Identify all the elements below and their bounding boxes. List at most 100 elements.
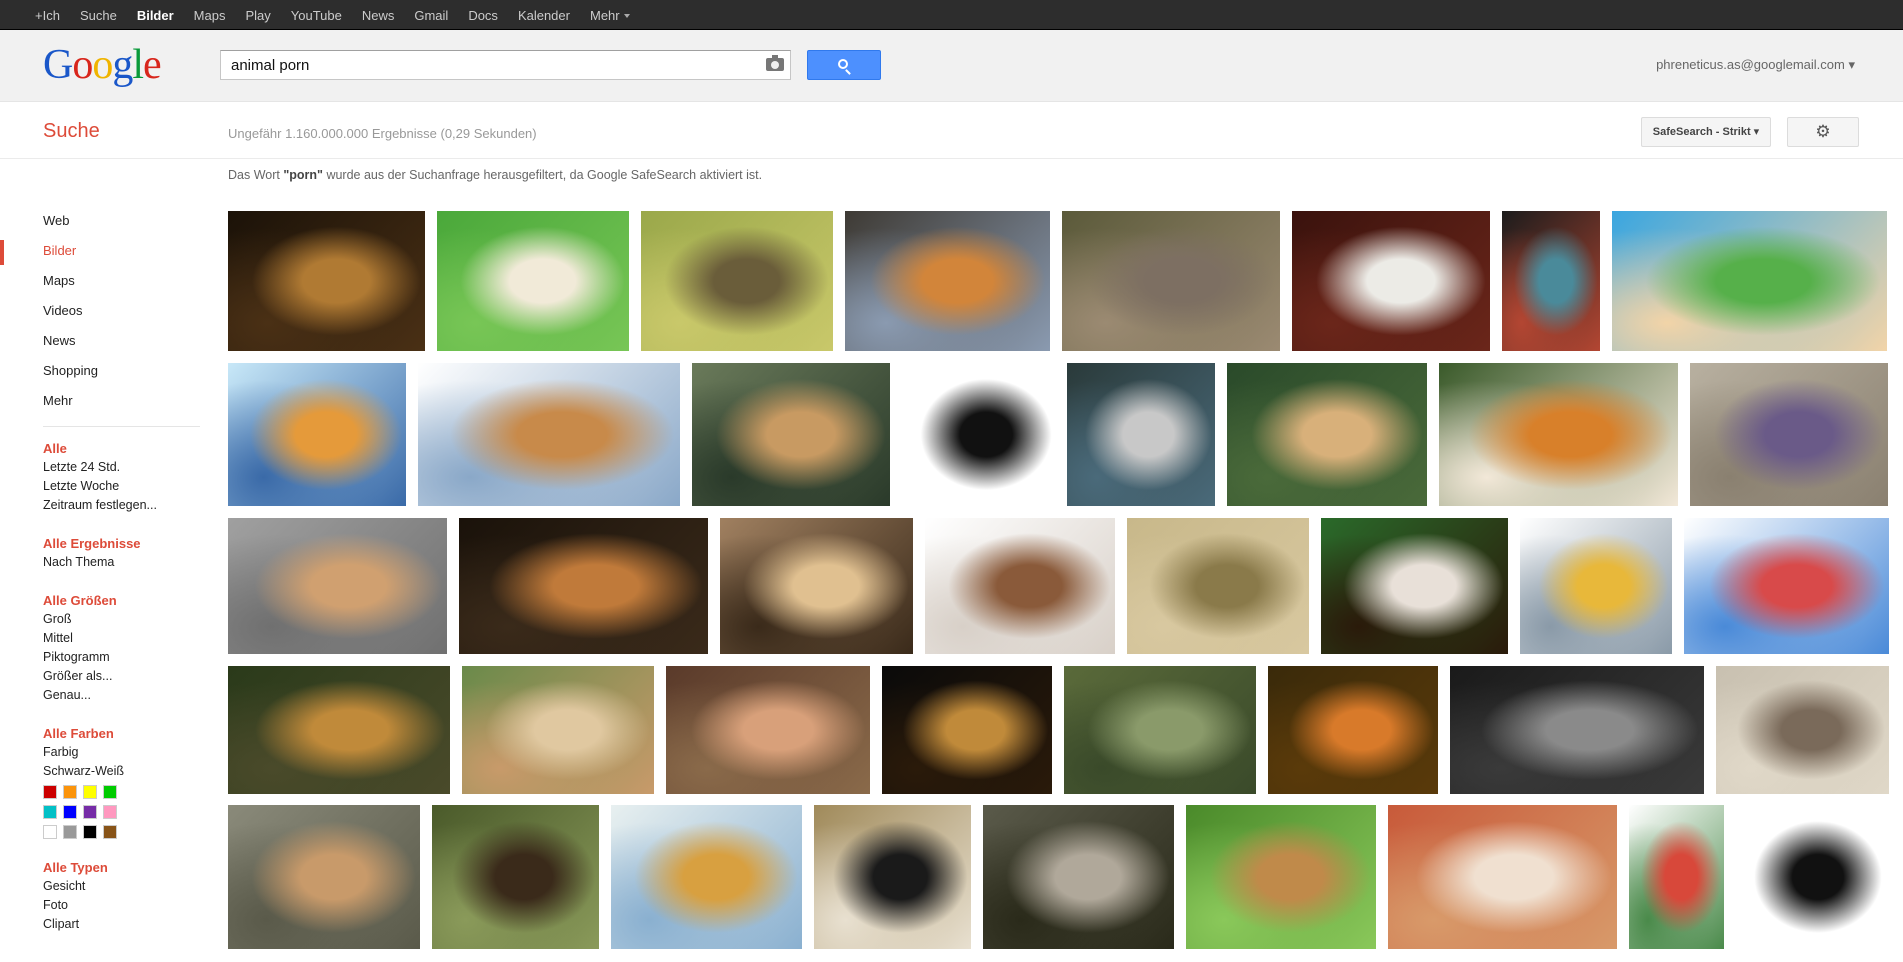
color-swatch[interactable] <box>43 825 57 839</box>
topnav-youtube[interactable]: YouTube <box>291 8 342 23</box>
image-result-animal-crossing-chars[interactable] <box>1684 518 1889 654</box>
image-result-kittens-grass[interactable] <box>641 211 833 351</box>
image-result-lion[interactable] <box>228 666 450 794</box>
image-result-animal-drawings[interactable] <box>418 363 680 506</box>
camera-icon[interactable] <box>766 55 784 71</box>
image-result-cartoon-animals[interactable] <box>1520 518 1672 654</box>
topnav-bilder[interactable]: Bilder <box>137 8 174 23</box>
sidebar-item-videos[interactable]: Videos <box>0 300 200 330</box>
image-result-tiger-eagle[interactable] <box>1439 363 1678 506</box>
filter-option[interactable]: Genau... <box>43 686 200 705</box>
image-result-cheetah[interactable] <box>720 518 913 654</box>
image-result-sleeping-kitten[interactable] <box>1388 805 1617 949</box>
google-logo[interactable]: Google <box>43 44 162 86</box>
filter-option[interactable]: Groß <box>43 610 200 629</box>
filter-option[interactable]: Piktogramm <box>43 648 200 667</box>
image-result-animal-pak[interactable] <box>1450 666 1704 794</box>
sidebar-item-web[interactable]: Web <box>0 210 200 240</box>
color-swatch[interactable] <box>63 805 77 819</box>
image-result-puppy[interactable] <box>437 211 629 351</box>
image-result-two-puppies[interactable] <box>1227 363 1427 506</box>
topnav-suche[interactable]: Suche <box>80 8 117 23</box>
filter-time-all[interactable]: Alle <box>43 439 200 458</box>
image-result-elephant[interactable] <box>1062 211 1280 351</box>
filter-color-all[interactable]: Alle Farben <box>43 724 200 743</box>
image-result-dogs-group[interactable] <box>925 518 1115 654</box>
image-result-animal-talk-book[interactable] <box>228 363 406 506</box>
image-row <box>228 518 1889 654</box>
sidebar-divider <box>43 426 200 427</box>
filter-option[interactable]: Zeitraum festlegen... <box>43 496 200 515</box>
image-result-caracal[interactable] <box>692 363 890 506</box>
filter-type-all[interactable]: Alle Typen <box>43 858 200 877</box>
filter-option[interactable]: Mittel <box>43 629 200 648</box>
image-result-cheetahs[interactable] <box>1127 518 1309 654</box>
color-swatch[interactable] <box>103 805 117 819</box>
color-swatch[interactable] <box>43 785 57 799</box>
color-swatch[interactable] <box>63 785 77 799</box>
color-swatch[interactable] <box>83 805 97 819</box>
image-result-kittens-stump[interactable] <box>1186 805 1376 949</box>
topnav-maps[interactable]: Maps <box>194 8 226 23</box>
sidebar-item-bilder[interactable]: Bilder <box>0 240 200 270</box>
image-result-kesha[interactable] <box>1067 363 1215 506</box>
image-result-animal-liberation[interactable] <box>902 363 1055 506</box>
filter-option[interactable]: Clipart <box>43 915 200 934</box>
image-result-crocodile[interactable] <box>1064 666 1256 794</box>
filter-option[interactable]: Gesicht <box>43 877 200 896</box>
image-result-couple[interactable] <box>666 666 870 794</box>
sidebar-item-mehr[interactable]: Mehr <box>0 390 200 420</box>
account-menu[interactable]: phreneticus.as@googlemail.com ▾ <box>1656 57 1855 73</box>
image-result-golden-monkeys[interactable] <box>845 211 1050 351</box>
topnav-mehr[interactable]: Mehr <box>590 8 630 23</box>
filter-option[interactable]: Größer als... <box>43 667 200 686</box>
image-result-skinny-dog[interactable] <box>228 805 420 949</box>
color-swatch[interactable] <box>43 805 57 819</box>
topnav-news[interactable]: News <box>362 8 395 23</box>
image-result-lions-roar[interactable] <box>462 666 654 794</box>
image-result-gibbon[interactable] <box>1268 666 1438 794</box>
color-swatch[interactable] <box>83 825 97 839</box>
search-button[interactable] <box>807 50 881 80</box>
sidebar-item-news[interactable]: News <box>0 330 200 360</box>
image-result-snow-leopard-cubs[interactable] <box>983 805 1174 949</box>
filter-option[interactable]: Schwarz-Weiß <box>43 762 200 781</box>
image-result-tiger-chimp[interactable] <box>459 518 708 654</box>
safesearch-button[interactable]: SafeSearch - Strikt ▾ <box>1641 117 1771 147</box>
image-result-leopard-dark[interactable] <box>882 666 1052 794</box>
filter-results-all[interactable]: Alle Ergebnisse <box>43 534 200 553</box>
search-input[interactable] <box>231 56 751 74</box>
filter-option[interactable]: Farbig <box>43 743 200 762</box>
filter-option[interactable]: Nach Thema <box>43 553 200 572</box>
topnav-ich[interactable]: +Ich <box>35 8 60 23</box>
image-result-zebra[interactable] <box>814 805 971 949</box>
filter-option[interactable]: Letzte 24 Std. <box>43 458 200 477</box>
image-result-cartoon-zoo[interactable] <box>611 805 802 949</box>
image-result-human-animal-studies[interactable] <box>1629 805 1724 949</box>
image-result-snow-leopard-cub[interactable] <box>1716 666 1889 794</box>
topnav-kalender[interactable]: Kalender <box>518 8 570 23</box>
color-swatch[interactable] <box>103 785 117 799</box>
filter-option[interactable]: Letzte Woche <box>43 477 200 496</box>
image-result-tiger-water[interactable] <box>228 518 447 654</box>
image-result-animal-grid[interactable] <box>1502 211 1600 351</box>
image-result-animal-silhouettes[interactable] <box>1736 805 1885 949</box>
sidebar-item-shopping[interactable]: Shopping <box>0 360 200 390</box>
image-result-leopard[interactable] <box>228 211 425 351</box>
image-result-puppy-kitten[interactable] <box>1321 518 1508 654</box>
filter-option[interactable]: Foto <box>43 896 200 915</box>
filter-size-all[interactable]: Alle Größen <box>43 591 200 610</box>
image-result-animal-crossing[interactable] <box>1612 211 1887 351</box>
image-result-crab-rocks[interactable] <box>1690 363 1888 506</box>
topnav-docs[interactable]: Docs <box>468 8 498 23</box>
image-result-people-forest[interactable] <box>432 805 599 949</box>
gear-icon[interactable]: ⚙ <box>1787 117 1859 147</box>
color-swatch[interactable] <box>63 825 77 839</box>
color-swatch[interactable] <box>103 825 117 839</box>
image-result-persian-cat[interactable] <box>1292 211 1490 351</box>
sidebar-item-maps[interactable]: Maps <box>0 270 200 300</box>
search-box[interactable] <box>220 50 791 80</box>
topnav-play[interactable]: Play <box>245 8 270 23</box>
topnav-gmail[interactable]: Gmail <box>414 8 448 23</box>
color-swatch[interactable] <box>83 785 97 799</box>
